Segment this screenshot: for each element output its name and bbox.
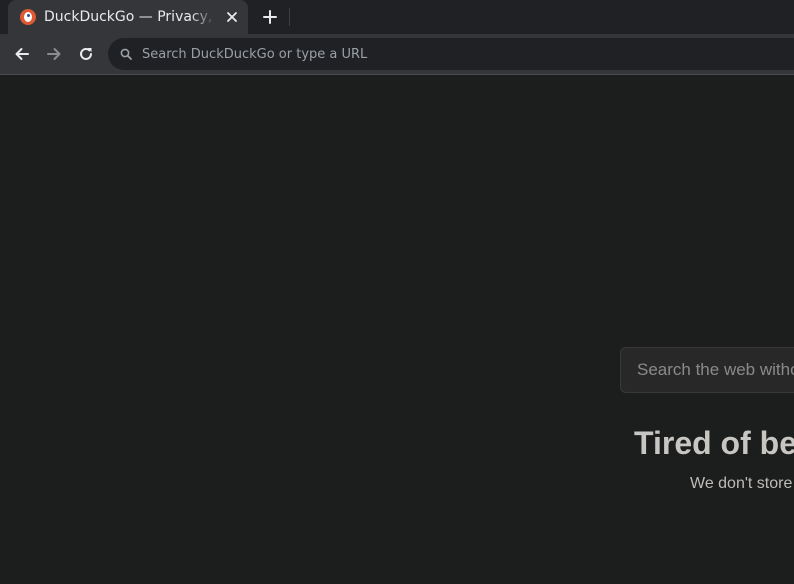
back-button[interactable]: [10, 42, 34, 66]
back-arrow-icon: [15, 48, 29, 60]
close-tab-icon[interactable]: [224, 9, 240, 25]
reload-icon: [80, 47, 92, 60]
search-placeholder: Search the web without being tracked: [637, 360, 794, 379]
search-icon: [119, 47, 133, 61]
page-content: Search the web without being tracked Tir…: [0, 75, 794, 584]
tab-title: DuckDuckGo — Privacy, simplified.: [44, 9, 216, 25]
address-bar-placeholder: Search DuckDuckGo or type a URL: [142, 46, 368, 62]
forward-button[interactable]: [42, 42, 66, 66]
address-bar[interactable]: Search DuckDuckGo or type a URL: [108, 38, 794, 70]
tab-duckduckgo[interactable]: DuckDuckGo — Privacy, simplified.: [8, 0, 248, 34]
reload-button[interactable]: [74, 42, 98, 66]
page-heading: Tired of being tracked online?: [634, 425, 794, 461]
duckduckgo-favicon-icon: [20, 9, 36, 25]
forward-arrow-icon: [47, 48, 61, 60]
page-subtext: We don't store your personal info.: [690, 475, 794, 492]
tab-strip: DuckDuckGo — Privacy, simplified.: [0, 0, 794, 34]
new-tab-button[interactable]: [258, 5, 282, 29]
plus-icon: [263, 10, 277, 24]
browser-toolbar: Search DuckDuckGo or type a URL: [0, 34, 794, 75]
search-input[interactable]: Search the web without being tracked: [620, 347, 794, 393]
tab-separator: [289, 8, 290, 26]
